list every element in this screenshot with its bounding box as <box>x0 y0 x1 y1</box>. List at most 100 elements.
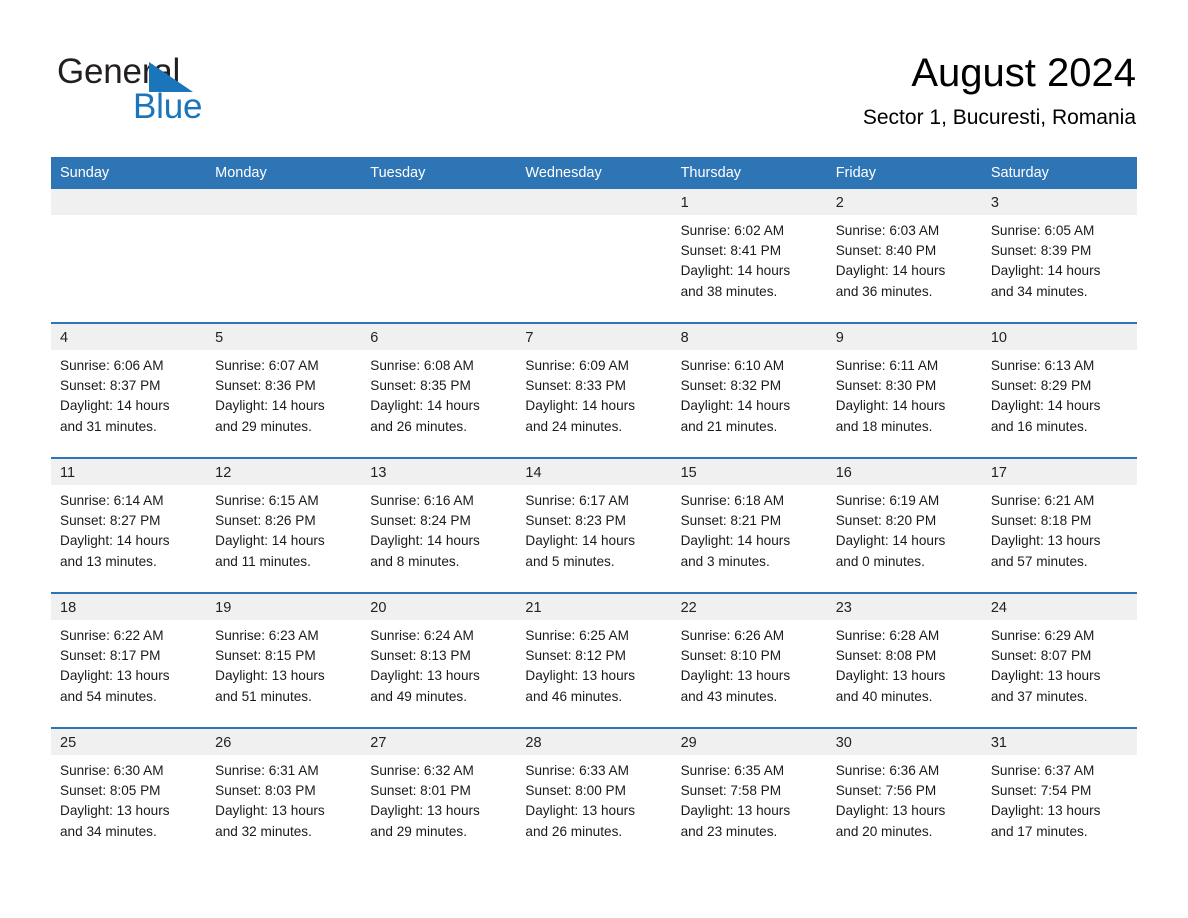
calendar-day-cell[interactable]: 5 Sunrise: 6:07 AM Sunset: 8:36 PM Daylight… <box>206 322 362 458</box>
title-block: August 2024 Sector 1, Bucuresti, Romania <box>863 48 1136 131</box>
calendar-day-cell[interactable]: 11 Sunrise: 6:14 AM Sunset: 8:27 PM Dayligh… <box>51 457 207 593</box>
day-number: 20 <box>361 594 517 620</box>
calendar-page: General Blue August 2024 Sector 1, Bucur… <box>0 0 1188 918</box>
day-number: 25 <box>51 729 207 755</box>
sunset-time: Sunset: 8:33 PM <box>525 378 626 394</box>
sunset-time: Sunset: 8:26 PM <box>215 513 316 529</box>
calendar-day-cell[interactable]: 29 Sunrise: 6:35 AM Sunset: 7:58 PM Dayligh… <box>671 727 827 862</box>
weekday-header-thursday: Thursday <box>671 157 827 189</box>
sunrise-time: Sunrise: 6:30 AM <box>60 763 164 778</box>
day-cell-inner: 23 Sunrise: 6:28 AM Sunset: 8:08 PM Dayligh… <box>826 594 982 727</box>
day-number <box>516 189 672 215</box>
daylight-duration-line2: and 51 minutes. <box>215 688 312 704</box>
calendar-day-cell[interactable]: 16 Sunrise: 6:19 AM Sunset: 8:20 PM Dayligh… <box>826 457 982 593</box>
calendar-day-cell[interactable]: 1 Sunrise: 6:02 AM Sunset: 8:41 PM Daylight… <box>671 189 827 323</box>
day-cell-inner: 30 Sunrise: 6:36 AM Sunset: 7:56 PM Dayligh… <box>826 729 982 862</box>
day-cell-inner: 4 Sunrise: 6:06 AM Sunset: 8:37 PM Daylight… <box>51 324 207 457</box>
day-cell-details: Sunrise: 6:06 AM Sunset: 8:37 PM Daylight:… <box>51 350 206 437</box>
day-cell-details: Sunrise: 6:30 AM Sunset: 8:05 PM Daylight:… <box>51 755 206 842</box>
calendar-day-cell[interactable]: 23 Sunrise: 6:28 AM Sunset: 8:08 PM Dayligh… <box>826 592 982 728</box>
weekday-header-sunday: Sunday <box>51 157 207 189</box>
sunset-time: Sunset: 8:21 PM <box>680 513 782 529</box>
daylight-duration-line1: Daylight: 14 hours <box>370 533 480 549</box>
calendar-day-cell[interactable]: 31 Sunrise: 6:37 AM Sunset: 7:54 PM Dayligh… <box>981 727 1137 862</box>
daylight-duration-line1: Daylight: 13 hours <box>525 803 635 819</box>
sunrise-time: Sunrise: 6:17 AM <box>525 493 629 508</box>
daylight-duration-line2: and 37 minutes. <box>990 688 1088 704</box>
daylight-duration-line1: Daylight: 13 hours <box>525 668 635 684</box>
calendar-day-cell[interactable]: 7 Sunrise: 6:09 AM Sunset: 8:33 PM Daylight… <box>516 322 672 458</box>
day-number: 22 <box>671 594 827 620</box>
sunrise-time: Sunrise: 6:37 AM <box>990 763 1095 778</box>
calendar-day-cell[interactable]: 13 Sunrise: 6:16 AM Sunset: 8:24 PM Dayligh… <box>361 457 517 593</box>
calendar-day-cell[interactable]: 8 Sunrise: 6:10 AM Sunset: 8:32 PM Daylight… <box>671 322 827 458</box>
calendar-day-cell[interactable]: 6 Sunrise: 6:08 AM Sunset: 8:35 PM Daylight… <box>361 322 517 458</box>
location-subtitle: Sector 1, Bucuresti, Romania <box>862 106 1136 129</box>
calendar-day-cell[interactable]: 9 Sunrise: 6:11 AM Sunset: 8:30 PM Daylight… <box>826 322 982 458</box>
day-number: 8 <box>671 324 827 350</box>
sunset-time: Sunset: 8:36 PM <box>215 378 316 394</box>
calendar-day-cell[interactable]: 27 Sunrise: 6:32 AM Sunset: 8:01 PM Dayligh… <box>361 727 517 862</box>
sunrise-sunset-calendar-table: Sunday Monday Tuesday Wednesday Thursday… <box>51 157 1137 862</box>
sunrise-time: Sunrise: 6:09 AM <box>525 358 629 373</box>
daylight-duration-line2: and 34 minutes. <box>990 283 1088 299</box>
day-number: 18 <box>51 594 207 620</box>
calendar-week-row: 1 Sunrise: 6:02 AM Sunset: 8:41 PM Daylight… <box>51 189 1137 323</box>
calendar-day-cell[interactable]: 22 Sunrise: 6:26 AM Sunset: 8:10 PM Dayligh… <box>671 592 827 728</box>
day-cell-inner: 16 Sunrise: 6:19 AM Sunset: 8:20 PM Dayligh… <box>826 459 982 592</box>
calendar-day-cell[interactable]: 2 Sunrise: 6:03 AM Sunset: 8:40 PM Daylight… <box>826 189 982 323</box>
day-cell-details: Sunrise: 6:26 AM Sunset: 8:10 PM Daylight:… <box>672 620 827 707</box>
sunrise-time: Sunrise: 6:16 AM <box>370 493 474 508</box>
calendar-day-cell[interactable]: 24 Sunrise: 6:29 AM Sunset: 8:07 PM Dayligh… <box>981 592 1137 728</box>
calendar-day-cell[interactable]: 20 Sunrise: 6:24 AM Sunset: 8:13 PM Dayligh… <box>361 592 517 728</box>
day-number: 3 <box>981 189 1137 215</box>
daylight-duration-line2: and 26 minutes. <box>370 418 468 434</box>
day-number: 4 <box>51 324 207 350</box>
sunset-time: Sunset: 8:07 PM <box>990 648 1092 664</box>
day-number: 11 <box>51 459 207 485</box>
daylight-duration-line2: and 23 minutes. <box>680 823 778 839</box>
daylight-duration-line1: Daylight: 14 hours <box>215 398 325 414</box>
daylight-duration-line1: Daylight: 14 hours <box>835 398 946 414</box>
calendar-day-cell[interactable]: 17 Sunrise: 6:21 AM Sunset: 8:18 PM Dayligh… <box>981 457 1137 593</box>
day-cell-details: Sunrise: 6:23 AM Sunset: 8:15 PM Daylight:… <box>206 620 361 707</box>
day-number: 5 <box>206 324 362 350</box>
day-cell-details: Sunrise: 6:31 AM Sunset: 8:03 PM Daylight:… <box>206 755 361 842</box>
daylight-duration-line1: Daylight: 13 hours <box>990 668 1101 684</box>
calendar-day-cell[interactable]: 4 Sunrise: 6:06 AM Sunset: 8:37 PM Daylight… <box>51 322 207 458</box>
calendar-day-cell[interactable]: 18 Sunrise: 6:22 AM Sunset: 8:17 PM Dayligh… <box>51 592 207 728</box>
calendar-day-cell[interactable]: 3 Sunrise: 6:05 AM Sunset: 8:39 PM Daylight… <box>981 189 1137 323</box>
calendar-day-cell[interactable]: 26 Sunrise: 6:31 AM Sunset: 8:03 PM Dayligh… <box>206 727 362 862</box>
general-blue-logo[interactable]: General Blue <box>57 52 277 128</box>
daylight-duration-line2: and 31 minutes. <box>60 418 157 434</box>
day-cell-inner: 12 Sunrise: 6:15 AM Sunset: 8:26 PM Dayligh… <box>206 459 362 592</box>
day-cell-details: Sunrise: 6:15 AM Sunset: 8:26 PM Daylight:… <box>206 485 361 572</box>
day-cell-inner <box>206 189 362 322</box>
day-number: 30 <box>826 729 982 755</box>
calendar-day-cell[interactable]: 30 Sunrise: 6:36 AM Sunset: 7:56 PM Dayligh… <box>826 727 982 862</box>
daylight-duration-line2: and 38 minutes. <box>680 283 778 299</box>
calendar-day-cell[interactable]: 21 Sunrise: 6:25 AM Sunset: 8:12 PM Dayligh… <box>516 592 672 728</box>
calendar-day-cell[interactable]: 12 Sunrise: 6:15 AM Sunset: 8:26 PM Dayligh… <box>206 457 362 593</box>
day-number: 2 <box>826 189 982 215</box>
daylight-duration-line2: and 13 minutes. <box>60 553 157 569</box>
day-cell-inner: 31 Sunrise: 6:37 AM Sunset: 7:54 PM Dayligh… <box>981 729 1137 862</box>
calendar-day-cell[interactable]: 10 Sunrise: 6:13 AM Sunset: 8:29 PM Dayligh… <box>981 322 1137 458</box>
day-cell-inner: 8 Sunrise: 6:10 AM Sunset: 8:32 PM Daylight… <box>671 324 827 457</box>
calendar-day-cell[interactable]: 25 Sunrise: 6:30 AM Sunset: 8:05 PM Dayligh… <box>51 727 207 862</box>
day-number <box>51 189 207 215</box>
calendar-day-cell[interactable]: 14 Sunrise: 6:17 AM Sunset: 8:23 PM Dayligh… <box>516 457 672 593</box>
sunset-time: Sunset: 8:23 PM <box>525 513 626 529</box>
day-cell-details: Sunrise: 6:37 AM Sunset: 7:54 PM Daylight:… <box>982 755 1137 842</box>
calendar-day-cell[interactable]: 19 Sunrise: 6:23 AM Sunset: 8:15 PM Dayligh… <box>206 592 362 728</box>
sunset-time: Sunset: 8:35 PM <box>370 378 471 394</box>
daylight-duration-line1: Daylight: 13 hours <box>680 803 791 819</box>
day-cell-details: Sunrise: 6:22 AM Sunset: 8:17 PM Daylight:… <box>51 620 206 707</box>
day-cell-details: Sunrise: 6:05 AM Sunset: 8:39 PM Daylight:… <box>982 215 1137 302</box>
day-cell-inner: 24 Sunrise: 6:29 AM Sunset: 8:07 PM Dayligh… <box>981 594 1137 727</box>
sunset-time: Sunset: 7:54 PM <box>990 783 1092 799</box>
day-number: 21 <box>516 594 672 620</box>
page-header: General Blue August 2024 Sector 1, Bucur… <box>0 0 1188 156</box>
calendar-day-cell[interactable]: 28 Sunrise: 6:33 AM Sunset: 8:00 PM Dayligh… <box>516 727 672 862</box>
calendar-day-cell[interactable]: 15 Sunrise: 6:18 AM Sunset: 8:21 PM Dayligh… <box>671 457 827 593</box>
